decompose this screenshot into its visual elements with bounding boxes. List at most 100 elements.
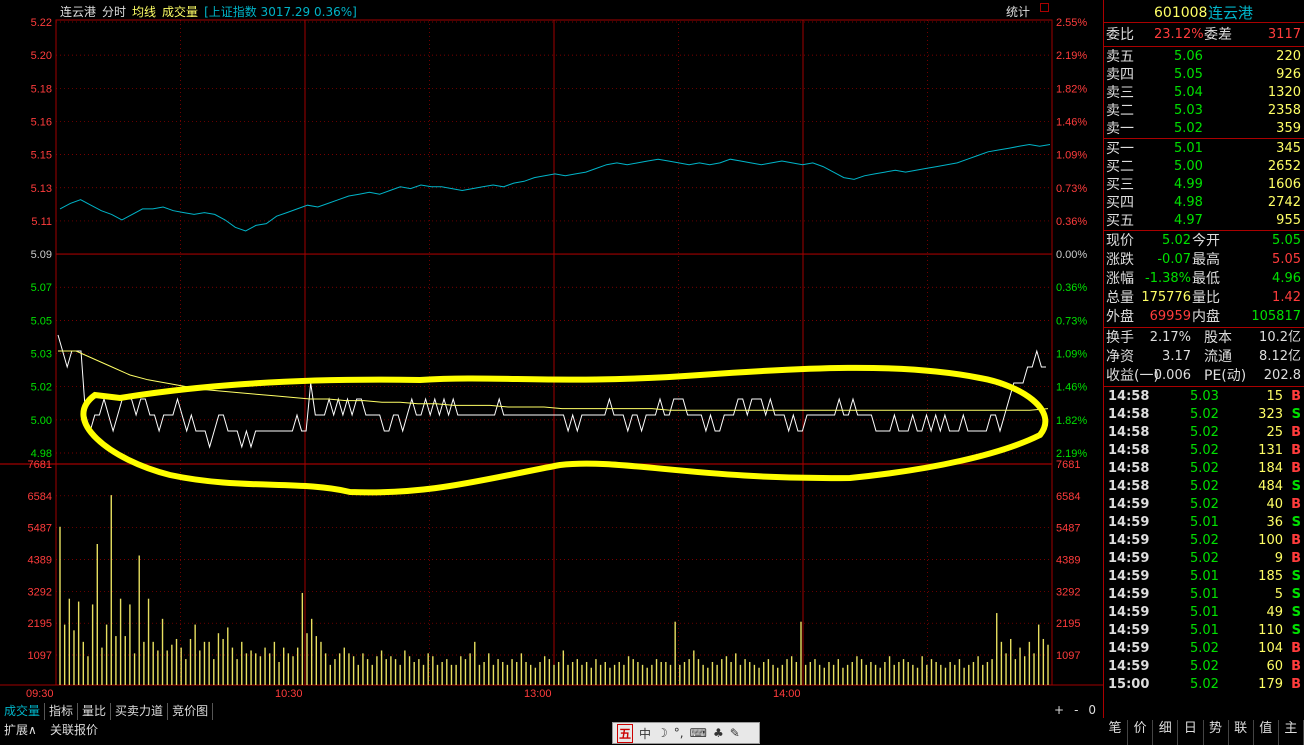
panel-tab[interactable]: 值	[1254, 720, 1279, 745]
tab-avg[interactable]: 均线	[132, 3, 156, 19]
tab-indicator-force[interactable]: 买卖力道	[111, 703, 169, 720]
tab-indicator-index[interactable]: 指标	[45, 703, 79, 720]
ask-row[interactable]: 卖二 5.03 2358	[1104, 102, 1304, 120]
volume-tick-label: 2195	[28, 618, 52, 630]
ask-volume: 2358	[1267, 103, 1301, 118]
bid-price: 5.00	[1174, 159, 1203, 174]
quote-value: 175776	[1141, 290, 1191, 305]
finance-label-2: 股本	[1204, 330, 1232, 346]
bid-row[interactable]: 买二 5.00 2652	[1104, 158, 1304, 176]
ask-row[interactable]: 卖一 5.02 359	[1104, 120, 1304, 138]
time-tick-label: 09:30	[26, 688, 54, 700]
ime-chinese-icon[interactable]: 中	[639, 725, 651, 742]
panel-tab[interactable]: 联	[1229, 720, 1254, 745]
quote-row: 总量 175776 量比 1.42	[1104, 289, 1304, 307]
quote-value: -1.38%	[1145, 271, 1191, 286]
tab-indicator-volume[interactable]: 成交量	[0, 703, 46, 720]
tab-fenshi[interactable]: 分时	[102, 3, 126, 19]
bid-row[interactable]: 买一 5.01 345	[1104, 140, 1304, 158]
price-tick-label: 5.02	[31, 382, 52, 394]
quote-row: 现价 5.02 今开 5.05	[1104, 232, 1304, 250]
tick-volume: 131	[1258, 443, 1283, 458]
quote-panel: 601008 连云港 委比 23.12% 委差 3117 卖五 5.06 220…	[1103, 0, 1304, 718]
tick-price: 5.02	[1190, 533, 1219, 548]
finance-label: 净资	[1106, 349, 1134, 365]
tick-side: B	[1291, 425, 1301, 440]
tick-price: 5.01	[1190, 515, 1219, 530]
quote-label-2: 最高	[1192, 252, 1220, 268]
ime-toolbar[interactable]: 五 中 ☽ °, ⌨ ♣ ✎	[612, 722, 760, 744]
tick-volume: 323	[1258, 407, 1283, 422]
tick-volume: 104	[1258, 641, 1283, 656]
tick-side: S	[1291, 479, 1301, 494]
weicha-label: 委差	[1204, 27, 1232, 43]
intraday-chart[interactable]: 5.22 2.55% 5.20 2.19% 5.18 1.82% 5.16 1.46% 5.15…	[0, 0, 1103, 720]
pct-tick-label: 1.46%	[1056, 116, 1087, 128]
volume-tick-label-right: 7681	[1056, 459, 1080, 471]
zoom-reset-button[interactable]: 0	[1088, 703, 1096, 717]
volume-tick-label: 4389	[28, 555, 52, 567]
tick-price: 5.02	[1190, 425, 1219, 440]
tick-price: 5.02	[1190, 641, 1219, 656]
zoom-in-button[interactable]: +	[1054, 703, 1064, 717]
tick-side: S	[1291, 569, 1301, 584]
ask-row[interactable]: 卖三 5.04 1320	[1104, 84, 1304, 102]
wrench-icon[interactable]: ✎	[730, 726, 740, 740]
panel-tab[interactable]: 笔	[1103, 720, 1129, 745]
panel-tab[interactable]: 日	[1178, 720, 1204, 745]
moon-icon[interactable]: ☽	[657, 726, 668, 740]
tick-price: 5.01	[1190, 605, 1219, 620]
ask-price: 5.04	[1174, 85, 1203, 100]
bid-label: 买二	[1106, 159, 1134, 175]
volume-tick-label-right: 3292	[1056, 586, 1080, 598]
ask-price: 5.05	[1174, 67, 1203, 82]
panel-tab[interactable]: 价	[1128, 720, 1154, 745]
bid-volume: 2652	[1267, 159, 1301, 174]
tab-indicator-ratio[interactable]: 量比	[78, 703, 112, 720]
pct-tick-label: 2.19%	[1056, 50, 1087, 62]
time-tick-label: 10:30	[275, 688, 303, 700]
ask-label: 卖五	[1106, 49, 1134, 65]
volume-tick-label-right: 4389	[1056, 555, 1080, 567]
bid-row[interactable]: 买四 4.98 2742	[1104, 194, 1304, 212]
quote-value-2: 5.05	[1272, 233, 1301, 248]
price-tick-label: 5.05	[31, 315, 52, 327]
zoom-out-button[interactable]: -	[1074, 703, 1078, 717]
skin-icon[interactable]: ♣	[713, 726, 724, 740]
ask-row[interactable]: 卖五 5.06 220	[1104, 48, 1304, 66]
panel-tab[interactable]: 主	[1279, 720, 1304, 745]
tab-indicator-auction[interactable]: 竞价图	[168, 703, 214, 720]
volume-tick-label-right: 5487	[1056, 523, 1080, 535]
bid-row[interactable]: 买三 4.99 1606	[1104, 176, 1304, 194]
tick-volume: 179	[1258, 677, 1283, 692]
panel-divider	[1104, 46, 1304, 47]
punctuation-icon[interactable]: °,	[674, 726, 684, 740]
tick-side: S	[1291, 587, 1301, 602]
quote-label-2: 最低	[1192, 271, 1220, 287]
tab-volume[interactable]: 成交量	[162, 3, 198, 19]
panel-tab[interactable]: 细	[1153, 720, 1179, 745]
stat-close-icon[interactable]	[1040, 3, 1049, 12]
tick-time: 14:59	[1108, 623, 1150, 638]
volume-tick-label-right: 1097	[1056, 650, 1080, 662]
expand-button[interactable]: 扩展∧	[4, 721, 37, 738]
panel-tab[interactable]: 势	[1204, 720, 1229, 745]
tick-side: B	[1291, 443, 1301, 458]
related-quote-button[interactable]: 关联报价	[50, 721, 98, 738]
ime-five-icon[interactable]: 五	[617, 723, 634, 743]
bid-row[interactable]: 买五 4.97 955	[1104, 212, 1304, 230]
tick-row: 14:59 5.01 110 S	[1104, 622, 1304, 640]
panel-divider	[1104, 327, 1304, 328]
ask-row[interactable]: 卖四 5.05 926	[1104, 66, 1304, 84]
keyboard-icon[interactable]: ⌨	[690, 726, 707, 740]
pct-tick-label: 0.00%	[1056, 249, 1087, 261]
stat-button[interactable]: 统计	[1006, 3, 1030, 20]
tick-side: S	[1291, 623, 1301, 638]
price-tick-label: 5.16	[31, 116, 52, 128]
pct-tick-label: 0.36%	[1056, 216, 1087, 228]
tick-row: 14:59 5.02 100 B	[1104, 532, 1304, 550]
pct-tick-label: 0.73%	[1056, 315, 1087, 327]
tick-price: 5.02	[1190, 407, 1219, 422]
quote-label-2: 内盘	[1192, 309, 1220, 325]
tick-side: S	[1291, 407, 1301, 422]
